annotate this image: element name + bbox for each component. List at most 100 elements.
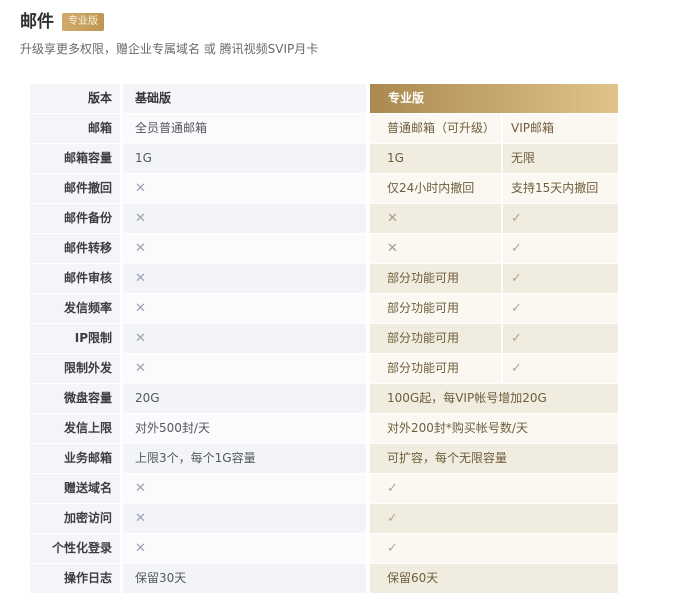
- pro-normal-mailbox-cell: 部分功能可用: [370, 324, 501, 353]
- cross-icon: ✕: [135, 211, 146, 226]
- basic-version-cell: 对外500封/天: [123, 414, 366, 443]
- cross-icon: ✕: [135, 361, 146, 376]
- row-label: 发信频率: [30, 294, 120, 323]
- row-label: 赠送域名: [30, 474, 120, 503]
- row-label: 邮箱容量: [30, 144, 120, 173]
- pro-version-cell: 100G起，每VIP帐号增加20G: [370, 384, 618, 413]
- table-row: 操作日志保留30天保留60天: [30, 564, 618, 594]
- row-label: 邮箱: [30, 114, 120, 143]
- row-label: 业务邮箱: [30, 444, 120, 473]
- table-row: 邮件撤回 ✕ 仅24小时内撤回支持15天内撤回: [30, 174, 618, 204]
- pro-version-badge: 专业版: [62, 13, 104, 31]
- table-row: 发信上限对外500封/天对外200封*购买帐号数/天: [30, 414, 618, 444]
- basic-version-cell: ✕: [123, 354, 366, 383]
- pro-vip-mailbox-cell: 无限: [503, 144, 618, 173]
- basic-version-cell: 20G: [123, 384, 366, 413]
- check-icon: ✓: [511, 361, 522, 376]
- pro-normal-mailbox-cell: 普通邮箱（可升级）: [370, 114, 501, 143]
- row-label: 发信上限: [30, 414, 120, 443]
- pro-vip-mailbox-cell: ✓: [503, 324, 618, 353]
- cross-icon: ✕: [387, 241, 398, 256]
- page-header: 邮件 专业版 升级享更多权限，赠企业专属域名 或 腾讯视频SVIP月卡: [0, 0, 678, 57]
- row-label: 操作日志: [30, 564, 120, 593]
- check-icon: ✓: [511, 331, 522, 346]
- cross-icon: ✕: [387, 211, 398, 226]
- pro-vip-mailbox-cell: ✓: [503, 264, 618, 293]
- check-icon: ✓: [511, 271, 522, 286]
- pro-normal-mailbox-cell: 1G: [370, 144, 501, 173]
- check-icon: ✓: [387, 541, 398, 556]
- comparison-table: 版本 基础版 专业版 邮箱全员普通邮箱普通邮箱（可升级）VIP邮箱邮箱容量1G1…: [30, 84, 618, 594]
- table-row: IP限制 ✕ 部分功能可用 ✓: [30, 324, 618, 354]
- pro-normal-mailbox-cell: 部分功能可用: [370, 354, 501, 383]
- table-row: 个性化登录 ✕ ✓: [30, 534, 618, 564]
- cross-icon: ✕: [135, 181, 146, 196]
- pro-normal-mailbox-cell: 部分功能可用: [370, 264, 501, 293]
- table-row: 邮件备份 ✕ ✕ ✓: [30, 204, 618, 234]
- basic-version-cell: 1G: [123, 144, 366, 173]
- pro-version-cell: 保留60天: [370, 564, 618, 593]
- table-row: 邮件转移✕✕✓: [30, 234, 618, 264]
- basic-version-cell: ✕: [123, 294, 366, 323]
- basic-version-cell: 全员普通邮箱: [123, 114, 366, 143]
- pro-version-cell: ✓: [370, 534, 618, 563]
- cross-icon: ✕: [135, 271, 146, 286]
- basic-version-cell: ✕: [123, 204, 366, 233]
- pro-vip-mailbox-cell: 支持15天内撤回: [503, 174, 618, 203]
- pro-version-cell: ✓: [370, 504, 618, 533]
- row-label: 限制外发: [30, 354, 120, 383]
- table-row: 邮箱全员普通邮箱普通邮箱（可升级）VIP邮箱: [30, 114, 618, 144]
- pro-version-cell: 可扩容，每个无限容量: [370, 444, 618, 473]
- check-icon: ✓: [387, 481, 398, 496]
- table-header-row: 版本 基础版 专业版: [30, 84, 618, 114]
- pro-normal-mailbox-cell: ✕: [370, 204, 501, 233]
- column-header-version: 版本: [30, 84, 120, 113]
- pro-version-cell: 对外200封*购买帐号数/天: [370, 414, 618, 443]
- basic-version-cell: ✕: [123, 474, 366, 503]
- cross-icon: ✕: [135, 511, 146, 526]
- basic-version-cell: 上限3个，每个1G容量: [123, 444, 366, 473]
- pro-vip-mailbox-cell: ✓: [503, 234, 618, 263]
- row-label: 邮件备份: [30, 204, 120, 233]
- pro-version-cell: ✓: [370, 474, 618, 503]
- column-header-basic: 基础版: [123, 84, 366, 113]
- table-row: 邮件审核 ✕ 部分功能可用 ✓: [30, 264, 618, 294]
- check-icon: ✓: [387, 511, 398, 526]
- pro-normal-mailbox-cell: 部分功能可用: [370, 294, 501, 323]
- column-header-pro: 专业版: [370, 84, 618, 113]
- basic-version-cell: ✕: [123, 234, 366, 263]
- row-label: 邮件撤回: [30, 174, 120, 203]
- cross-icon: ✕: [135, 331, 146, 346]
- pro-vip-mailbox-cell: VIP邮箱: [503, 114, 618, 143]
- pro-normal-mailbox-cell: 仅24小时内撤回: [370, 174, 501, 203]
- basic-version-cell: ✕: [123, 534, 366, 563]
- table-row: 赠送域名 ✕ ✓: [30, 474, 618, 504]
- page: 邮件 专业版 升级享更多权限，赠企业专属域名 或 腾讯视频SVIP月卡 版本 基…: [0, 0, 678, 603]
- table-row: 微盘容量20G100G起，每VIP帐号增加20G: [30, 384, 618, 414]
- cross-icon: ✕: [135, 241, 146, 256]
- basic-version-cell: 保留30天: [123, 564, 366, 593]
- table-row: 发信频率 ✕ 部分功能可用 ✓: [30, 294, 618, 324]
- cross-icon: ✕: [135, 481, 146, 496]
- basic-version-cell: ✕: [123, 174, 366, 203]
- page-title: 邮件: [20, 11, 54, 33]
- row-label: 个性化登录: [30, 534, 120, 563]
- table-row: 限制外发 ✕ 部分功能可用 ✓: [30, 354, 618, 384]
- check-icon: ✓: [511, 301, 522, 316]
- row-label: 邮件审核: [30, 264, 120, 293]
- basic-version-cell: ✕: [123, 264, 366, 293]
- pro-normal-mailbox-cell: ✕: [370, 234, 501, 263]
- pro-vip-mailbox-cell: ✓: [503, 294, 618, 323]
- row-label: IP限制: [30, 324, 120, 353]
- cross-icon: ✕: [135, 541, 146, 556]
- cross-icon: ✕: [135, 301, 146, 316]
- pro-vip-mailbox-cell: ✓: [503, 354, 618, 383]
- table-row: 加密访问 ✕ ✓: [30, 504, 618, 534]
- pro-vip-mailbox-cell: ✓: [503, 204, 618, 233]
- basic-version-cell: ✕: [123, 324, 366, 353]
- check-icon: ✓: [511, 241, 522, 256]
- table-row: 业务邮箱上限3个，每个1G容量可扩容，每个无限容量: [30, 444, 618, 474]
- row-label: 微盘容量: [30, 384, 120, 413]
- row-label: 加密访问: [30, 504, 120, 533]
- basic-version-cell: ✕: [123, 504, 366, 533]
